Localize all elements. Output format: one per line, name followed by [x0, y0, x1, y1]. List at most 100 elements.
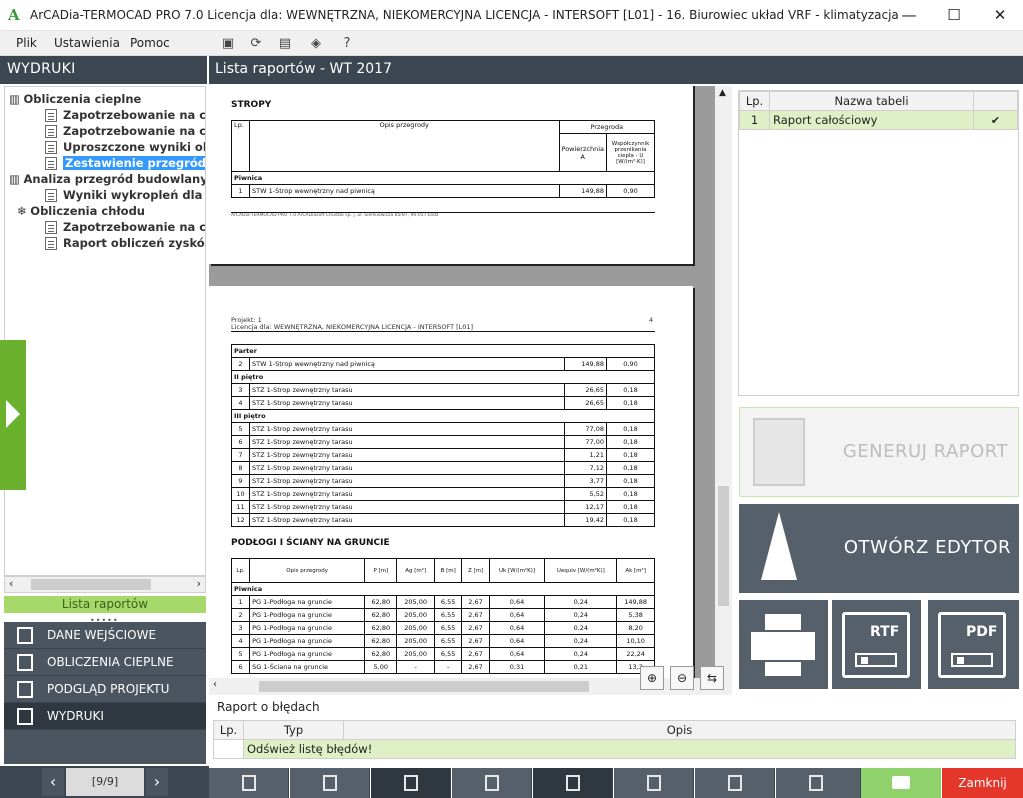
column-header: Opis przegrody [249, 558, 366, 583]
tree-leaf[interactable]: Zapotrzebowanie na ciep [45, 107, 205, 123]
help-icon[interactable]: ? [337, 34, 357, 54]
table-icon[interactable] [614, 768, 694, 798]
scrollbar-thumb[interactable] [718, 486, 729, 606]
tree-leaf[interactable]: Zapotrzebowanie na ciep [45, 123, 205, 139]
document-icon [45, 189, 57, 202]
remove-page-icon[interactable]: ⊖ [670, 666, 694, 690]
printer-icon [751, 614, 815, 676]
page-setup-icon[interactable]: ⇆ [700, 666, 724, 690]
scrollbar-thumb[interactable] [31, 579, 151, 590]
tree-leaf[interactable]: Zapotrzebowanie na chłó [45, 219, 205, 235]
refresh-icon[interactable]: ⟳ [246, 34, 266, 54]
license-label: Licencja dla: WEWNĘTRZNA, NIEKOMERCYJNA … [231, 323, 655, 332]
next-page-button[interactable]: › [146, 768, 168, 796]
zamknij-button[interactable]: Zamknij [942, 768, 1023, 798]
menu-pomoc[interactable]: Pomoc [130, 36, 170, 50]
stropy-table: Lp. Opis przegrody Przegroda Powierzchni… [231, 120, 656, 198]
col-lp: Lp. [739, 91, 770, 111]
snowflake-icon: ❄ [17, 204, 31, 218]
table-icon[interactable] [452, 768, 532, 798]
table-row: 5 PG 1-Podłoga na gruncie 62,80 205,00 6,55 2… [230, 647, 655, 661]
report-page-2: Projekt: 1 4 Licencja dla: WEWNĘTRZNA, N… [209, 286, 693, 678]
ground-table: Lp. Opis przegrody P [m] Ag [m²] B [m] Z [m] U… [230, 558, 655, 674]
stropy-continued-table: Parter 2 STW 1-Strop wewnętrzny nad piwnic… [231, 344, 655, 527]
preview-icon[interactable]: ▤ [275, 34, 295, 54]
column-header: Ag [m²] [396, 558, 435, 583]
nav-podglad-projektu[interactable]: PODGLĄD PROJEKTU [4, 676, 206, 703]
tree-horizontal-scrollbar[interactable]: ‹ › [4, 576, 206, 593]
tree-leaf[interactable]: Wyniki wykropleń dla przz [45, 187, 205, 203]
scroll-left-icon[interactable]: ‹ [9, 577, 13, 590]
export-rtf-button[interactable]: RTF [832, 600, 921, 689]
lista-raportow-tab[interactable]: Lista raportów [4, 596, 206, 613]
save-icon[interactable]: ▣ [218, 34, 238, 54]
error-table: Lp. Typ Opis Odśwież listę błędów! [213, 720, 1016, 759]
column-header: P [m] [364, 558, 398, 583]
column-header: Uk [W/(m²K)] [488, 558, 546, 583]
layers-icon[interactable]: ◈ [306, 34, 326, 54]
include-checkbox[interactable]: ✔ [973, 110, 1018, 130]
close-window-button[interactable]: ✕ [977, 0, 1023, 31]
preview-icon [17, 681, 33, 698]
tree-node-obliczenia-cieplne[interactable]: ▥ Obliczenia cieplne [9, 91, 141, 107]
scroll-left-icon[interactable]: ‹ [213, 679, 217, 690]
column-header: B [m] [433, 558, 463, 583]
pencil-icon [761, 512, 797, 580]
table-icon[interactable] [533, 768, 613, 798]
export-pdf-button[interactable]: PDF [928, 600, 1019, 689]
table-row: 1 PG 1-Podłoga na gruncie 62,80 205,00 6,55 2… [230, 595, 655, 609]
scroll-up-icon[interactable]: ▲ [719, 88, 726, 98]
table-row: 7 STZ 1-Strop zewnętrzny tarasu 1,21 0,18 [231, 448, 655, 462]
refresh-errors-link[interactable]: Odśwież listę błędów! [243, 739, 1016, 759]
tree-leaf[interactable]: Raport obliczeń zysków c [45, 235, 205, 251]
col-przegroda: Przegroda [558, 120, 656, 134]
window-title: ArCADia-TERMOCAD PRO 7.0 Licencja dla: W… [30, 8, 899, 22]
edit-report-icon[interactable] [290, 768, 370, 798]
preview-search-icon[interactable] [776, 768, 861, 798]
document-icon [45, 125, 57, 138]
scrollbar-thumb[interactable] [259, 681, 589, 692]
preview-search-icon[interactable] [695, 768, 775, 798]
scroll-right-icon[interactable]: › [197, 577, 201, 590]
table-row[interactable]: 1 Raport całościowy ✔ [739, 110, 1018, 130]
calculation-icon [17, 654, 33, 671]
table-row: 2 STW 1-Strop wewnętrzny nad piwnicą 149,8… [231, 357, 655, 371]
otworz-edytor-button[interactable]: OTWÓRZ EDYTOR [739, 504, 1019, 593]
table-row: 2 PG 1-Podłoga na gruncie 62,80 205,00 6,55 2… [230, 608, 655, 622]
radiator-icon: ▥ [9, 92, 24, 106]
nav-filler [4, 730, 206, 764]
main-header: Lista raportów - WT 2017 [209, 56, 1023, 84]
print-button[interactable] [861, 768, 941, 798]
minimize-button[interactable]: — [886, 0, 932, 31]
col-typ: Typ [243, 720, 344, 740]
edit-report-icon[interactable] [209, 768, 289, 798]
nav-dane-wejsciowe[interactable]: DANE WEJŚCIOWE [4, 622, 206, 649]
table-row: 8 STZ 1-Strop zewnętrzny tarasu 7,12 0,18 [231, 461, 655, 475]
add-page-icon[interactable]: ⊕ [640, 666, 664, 690]
floppy-pdf-icon [938, 612, 1006, 678]
nav-wydruki[interactable]: WYDRUKI [4, 703, 206, 730]
report-preview[interactable]: STROPY Lp. Opis przegrody Przegroda Powi… [209, 86, 715, 678]
report-tree: ▥ Obliczenia cieplne Zapotrzebowanie na … [4, 86, 206, 576]
document-icon [45, 141, 57, 154]
tree-node-analiza[interactable]: ▥ Analiza przegród budowlanych [9, 171, 205, 187]
table-row: 11 STZ 1-Strop zewnętrzny tarasu 12,17 0,18 [231, 500, 655, 514]
column-header: Ak [m²] [616, 558, 655, 583]
preview-vertical-scrollbar[interactable]: ▲ [715, 86, 732, 678]
menu-ustawienia[interactable]: Ustawienia [54, 36, 120, 50]
column-header: Z [m] [461, 558, 490, 583]
print-report-button[interactable] [739, 600, 828, 689]
generuj-raport-button[interactable]: GENERUJ RAPORT [739, 407, 1019, 497]
menu-plik[interactable]: Plik [16, 36, 37, 50]
tree-leaf[interactable]: Uproszczone wyniki oblic [45, 139, 205, 155]
tree-leaf-selected[interactable]: Zestawienie przegród [45, 155, 205, 171]
maximize-button[interactable]: ☐ [931, 0, 977, 31]
prev-page-button[interactable]: ‹ [42, 768, 64, 796]
tree-node-obliczenia-chlodu[interactable]: ❄ Obliczenia chłodu [17, 203, 145, 219]
generate-report-icon [753, 418, 805, 486]
col-wspolczynnik: Współczynnik przenikania ciepła - U [W/(… [606, 133, 655, 172]
nav-obliczenia-cieplne[interactable]: OBLICZENIA CIEPLNE [4, 649, 206, 676]
table-row: 12 STZ 1-Strop zewnętrzny tarasu 19,42 0,18 [231, 513, 655, 527]
collapse-panel-arrow-icon[interactable] [0, 340, 26, 490]
edit-report-icon[interactable] [371, 768, 451, 798]
